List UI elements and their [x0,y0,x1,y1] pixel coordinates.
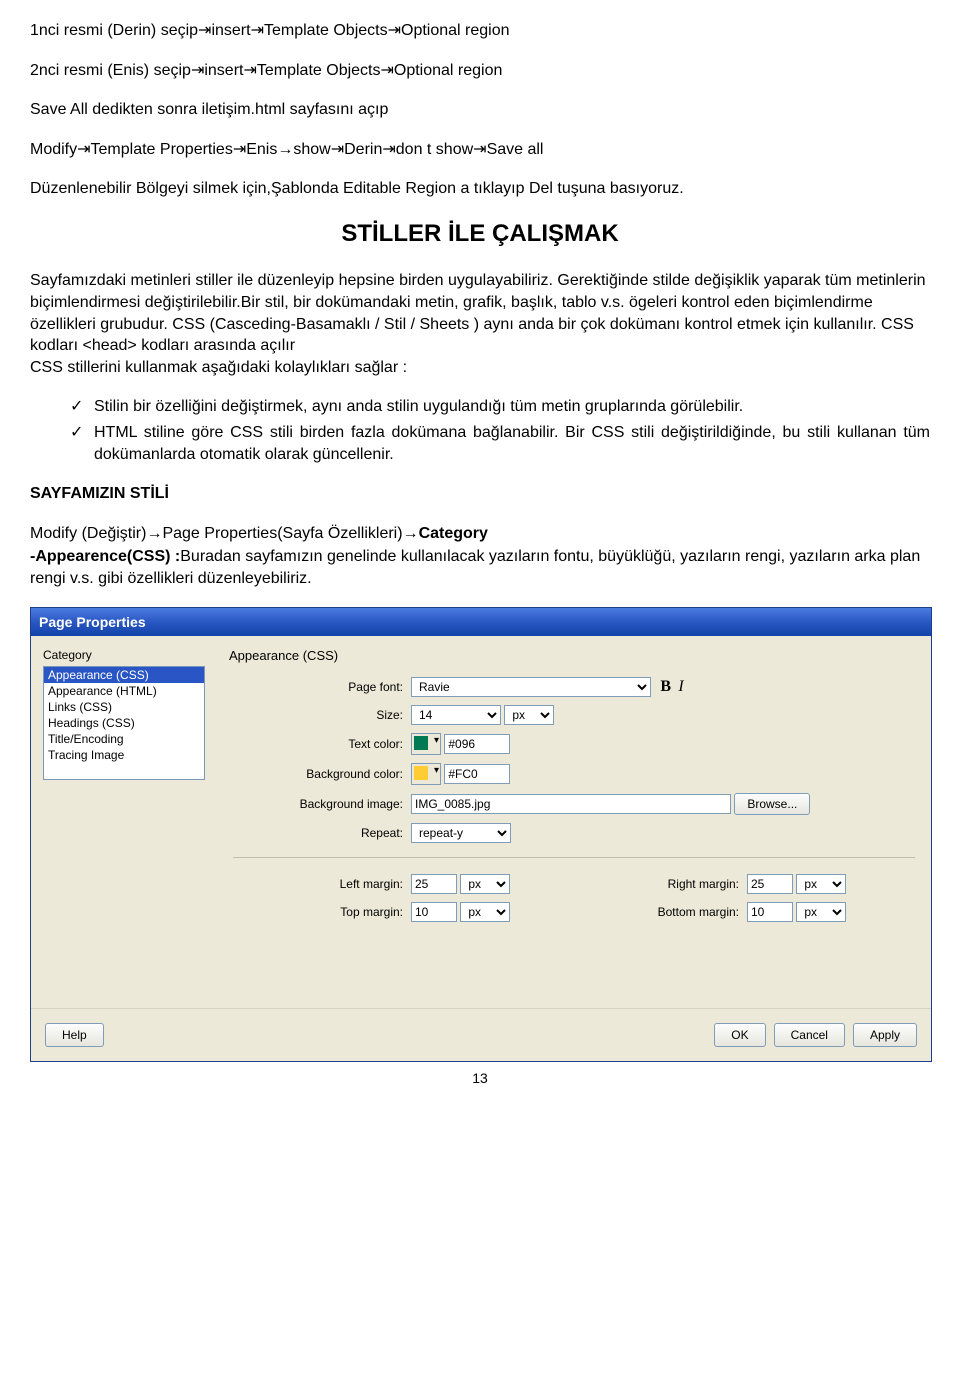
label-right-margin: Right margin: [565,870,743,898]
left-margin-input[interactable] [411,874,457,894]
apply-button[interactable]: Apply [853,1023,917,1047]
size-unit-select[interactable]: px [504,705,554,725]
text-color-input[interactable] [444,734,510,754]
page-number: 13 [30,1070,930,1086]
divider [233,857,915,858]
category-item-appearance-css[interactable]: Appearance (CSS) [44,667,204,683]
label-text-color: Text color: [229,729,407,759]
label-size: Size: [229,701,407,729]
cancel-button[interactable]: Cancel [774,1023,845,1047]
paragraph: 2nci resmi (Enis) seçipinsertTemplate Ob… [30,60,930,82]
section-title: Appearance (CSS) [229,648,919,673]
label-bottom-margin: Bottom margin: [565,898,743,926]
paragraph: ModifyTemplate PropertiesEnis→showDerind… [30,139,930,161]
bottom-margin-unit[interactable]: px [796,902,846,922]
paragraph: Düzenlenebilir Bölgeyi silmek için,Şablo… [30,178,930,200]
bottom-margin-input[interactable] [747,902,793,922]
bg-image-input[interactable] [411,794,731,814]
label-left-margin: Left margin: [229,870,407,898]
repeat-select[interactable]: repeat-y [411,823,511,843]
browse-button[interactable]: Browse... [734,793,810,815]
paragraph: Modify (Değiştir)→Page Properties(Sayfa … [30,523,930,545]
ok-button[interactable]: OK [714,1023,765,1047]
category-item-headings-css[interactable]: Headings (CSS) [44,715,204,731]
right-margin-unit[interactable]: px [796,874,846,894]
top-margin-input[interactable] [411,902,457,922]
document-body: 1nci resmi (Derin) seçipinsertTemplate O… [30,20,930,589]
paragraph: -Appearence(CSS) :Buradan sayfamızın gen… [30,546,930,589]
help-button[interactable]: Help [45,1023,104,1047]
right-margin-input[interactable] [747,874,793,894]
text-color-swatch[interactable] [411,733,441,755]
label-page-font: Page font: [229,673,407,701]
category-label: Category [43,648,213,666]
top-margin-unit[interactable]: px [460,902,510,922]
category-item-links-css[interactable]: Links (CSS) [44,699,204,715]
page-properties-dialog: Page Properties Category Appearance (CSS… [30,607,932,1062]
paragraph: Sayfamızdaki metinleri stiller ile düzen… [30,270,930,378]
dialog-footer: Help OK Cancel Apply [31,1008,931,1061]
bg-color-swatch[interactable] [411,763,441,785]
label-repeat: Repeat: [229,819,407,847]
dialog-title: Page Properties [39,614,146,630]
bold-toggle[interactable]: B [660,678,671,695]
dialog-titlebar[interactable]: Page Properties [31,608,931,636]
category-listbox[interactable]: Appearance (CSS) Appearance (HTML) Links… [43,666,205,780]
paragraph: 1nci resmi (Derin) seçipinsertTemplate O… [30,20,930,42]
category-item-appearance-html[interactable]: Appearance (HTML) [44,683,204,699]
paragraph: Save All dedikten sonra iletişim.html sa… [30,99,930,121]
left-margin-unit[interactable]: px [460,874,510,894]
label-bg-color: Background color: [229,759,407,789]
heading-styles: STİLLER İLE ÇALIŞMAK [30,218,930,250]
subheading: SAYFAMIZIN STİLİ [30,483,930,505]
label-bg-image: Background image: [229,789,407,819]
bullet-list: Stilin bir özelliğini değiştirmek, aynı … [70,396,930,465]
category-item-tracing-image[interactable]: Tracing Image [44,747,204,763]
page-font-select[interactable]: Ravie [411,677,651,697]
label-top-margin: Top margin: [229,898,407,926]
bg-color-input[interactable] [444,764,510,784]
list-item: HTML stiline göre CSS stili birden fazla… [70,422,930,465]
category-item-title-encoding[interactable]: Title/Encoding [44,731,204,747]
size-select[interactable]: 14 [411,705,501,725]
italic-toggle[interactable]: I [678,678,683,695]
list-item: Stilin bir özelliğini değiştirmek, aynı … [70,396,930,418]
